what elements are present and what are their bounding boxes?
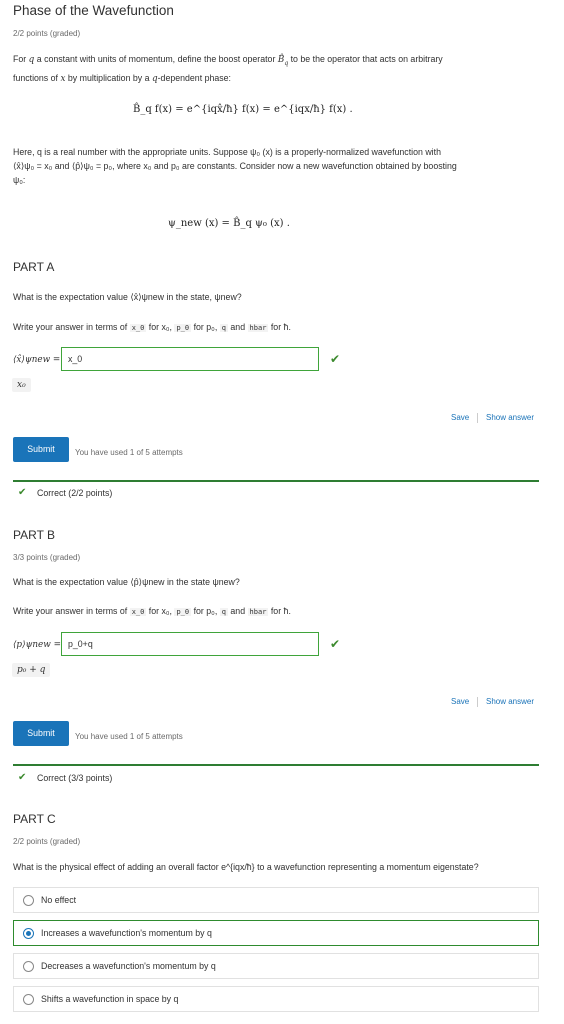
part-a-question: What is the expectation value ⟨x̂⟩ψnew i… [13,292,242,302]
divider [477,413,478,423]
part-b-points: 3/3 points (graded) [13,553,81,562]
part-c-points: 2/2 points (graded) [13,837,81,846]
radio-unselected[interactable] [23,994,34,1005]
correct-check-icon: ✔ [330,352,341,366]
part-b-show-answer-button[interactable]: Show answer [486,697,534,706]
part-a-attempts: You have used 1 of 5 attempts [75,448,183,457]
radio-unselected[interactable] [23,961,34,972]
problem-points: 2/2 points (graded) [13,29,81,38]
correct-check-icon: ✔ [18,772,27,783]
part-a-instruction: Write your answer in terms of x_0 for x₀… [13,322,291,332]
correct-check-icon: ✔ [330,637,341,651]
part-b-submit-button[interactable]: Submit [13,721,69,746]
part-a-answer-label: ⟨x̂⟩ψnew = [13,355,61,365]
part-b-answer-label: ⟨p⟩ψnew = [13,640,61,650]
intro-paragraph: For q a constant with units of momentum,… [13,54,443,84]
option-decreases-momentum[interactable]: Decreases a wavefunction's momentum by q [13,953,539,979]
part-a-answer-input[interactable]: x_0 [61,347,319,371]
part-c-question: What is the physical effect of adding an… [13,862,479,872]
part-c-title: PART C [13,812,56,826]
part-a-title: PART A [13,260,55,274]
part-a-submit-button[interactable]: Submit [13,437,69,462]
part-b-answer-input[interactable]: p_0+q [61,632,319,656]
part-a-status: Correct (2/2 points) [37,488,113,498]
part-a-save-button[interactable]: Save [451,413,469,422]
boost-equation: B̂_q f(x) = e^{iqx̂/ħ} f(x) = e^{iqx/ħ} … [133,104,353,115]
part-b-status-bar [13,764,539,766]
option-increases-momentum[interactable]: Increases a wavefunction's momentum by q [13,920,539,946]
divider [477,697,478,707]
psi-new-equation: ψ_new (x) = B̂_q ψ₀ (x) . [168,218,290,229]
part-a-show-answer-button[interactable]: Show answer [486,413,534,422]
option-no-effect[interactable]: No effect [13,887,539,913]
problem-title: Phase of the Wavefunction [13,3,174,18]
part-a-status-bar [13,480,539,482]
part-b-question: What is the expectation value ⟨p̂⟩ψnew i… [13,577,240,587]
part-b-attempts: You have used 1 of 5 attempts [75,732,183,741]
radio-unselected[interactable] [23,895,34,906]
part-b-instruction: Write your answer in terms of x_0 for x₀… [13,606,291,616]
intro-paragraph-2: Here, q is a real number with the approp… [13,147,457,185]
option-shifts-in-space[interactable]: Shifts a wavefunction in space by q [13,986,539,1012]
part-b-title: PART B [13,528,56,542]
part-b-save-button[interactable]: Save [451,697,469,706]
part-b-status: Correct (3/3 points) [37,773,113,783]
part-b-preview: p₀ + q [12,663,51,677]
part-a-preview: x₀ [12,378,31,392]
correct-check-icon: ✔ [18,487,27,498]
radio-selected[interactable] [23,928,34,939]
